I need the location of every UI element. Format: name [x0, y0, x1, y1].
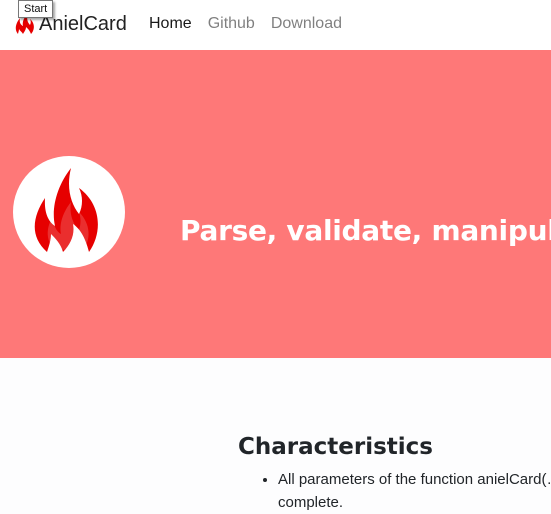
list-item: All parameters of the function anielCard…	[278, 468, 551, 514]
characteristics-heading: Characteristics	[238, 434, 433, 460]
nav-link-download[interactable]: Download	[271, 14, 342, 34]
navbar: AnielCard Home Github Download	[0, 0, 551, 50]
main-content: Characteristics All parameters of the fu…	[238, 432, 551, 514]
flame-icon	[34, 168, 98, 252]
nav-link-github[interactable]: Github	[208, 14, 255, 34]
hero-tagline: Parse, validate, manipulate, and display	[180, 214, 551, 247]
hero-banner: Parse, validate, manipulate, and display	[0, 50, 551, 358]
nav-links: Home Github Download	[149, 14, 358, 34]
characteristics-list: All parameters of the function anielCard…	[238, 468, 551, 514]
nav-link-home[interactable]: Home	[149, 14, 192, 34]
start-tooltip: Start	[18, 0, 54, 18]
hero-logo	[13, 156, 125, 268]
